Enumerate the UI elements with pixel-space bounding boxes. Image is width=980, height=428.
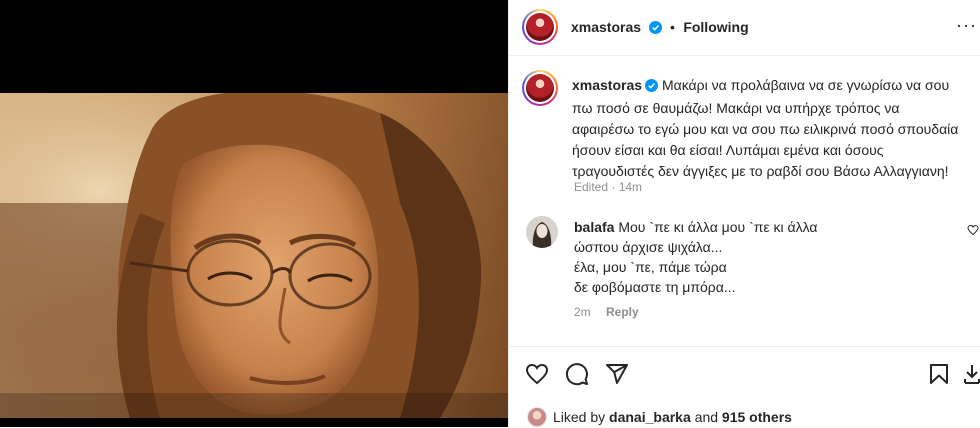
comment-meta: 2m Reply [574,305,639,319]
comment-line: δε φοβόμαστε τη μπόρα... [574,279,736,295]
post-side-panel: xmastoras • Following ··· xmastoras Μακά… [508,0,980,427]
caption-username[interactable]: xmastoras [572,77,642,93]
caption-meta: Edited · 14m [574,180,643,194]
more-options-icon[interactable]: ··· [956,16,977,34]
download-icon[interactable] [963,362,980,391]
liked-by: Liked by danai_barka and 915 others [527,407,792,427]
liked-by-prefix: Liked by [553,409,606,425]
post-header: xmastoras • Following ··· [509,0,980,56]
author-avatar[interactable] [522,9,558,45]
comment: balafa Μου `πε κι άλλα μου `πε κι άλλα ώ… [574,217,954,297]
liker-avatar[interactable] [527,407,547,427]
paper-plane-icon[interactable] [605,362,629,391]
post-media[interactable] [0,0,508,427]
caption-avatar[interactable] [522,70,558,106]
caption-text-block: xmastoras Μακάρι να προλάβαινα να σε γνω… [572,75,964,182]
verified-badge-icon [645,77,659,98]
verified-badge-icon [648,21,662,39]
post-photo [0,93,508,418]
separator-dot: • [669,19,675,35]
post-actions: Liked by danai_barka and 915 others [509,346,980,428]
comment-time[interactable]: 2m [574,305,591,319]
author-username[interactable]: xmastoras [571,19,641,35]
comment-username[interactable]: balafa [574,219,614,235]
comment-line: Μου `πε κι άλλα μου `πε κι άλλα [618,219,818,235]
others-count[interactable]: 915 others [722,409,792,425]
caption-time[interactable]: 14m [619,180,642,194]
liker-username[interactable]: danai_barka [609,409,691,425]
comment-icon[interactable] [565,362,589,391]
comment-line: έλα, μου `πε, πάμε τώρα [574,259,727,275]
comment-avatar[interactable] [526,216,558,248]
reply-button[interactable]: Reply [606,305,639,319]
liked-by-and: and [694,409,719,425]
comment-line: ώσπου άρχισε ψιχάλα... [574,239,723,255]
edited-label: Edited [574,180,609,194]
following-button[interactable]: Following [683,19,748,35]
bookmark-icon[interactable] [927,362,951,391]
comment-like-icon[interactable] [967,224,979,239]
heart-icon[interactable] [525,362,549,391]
